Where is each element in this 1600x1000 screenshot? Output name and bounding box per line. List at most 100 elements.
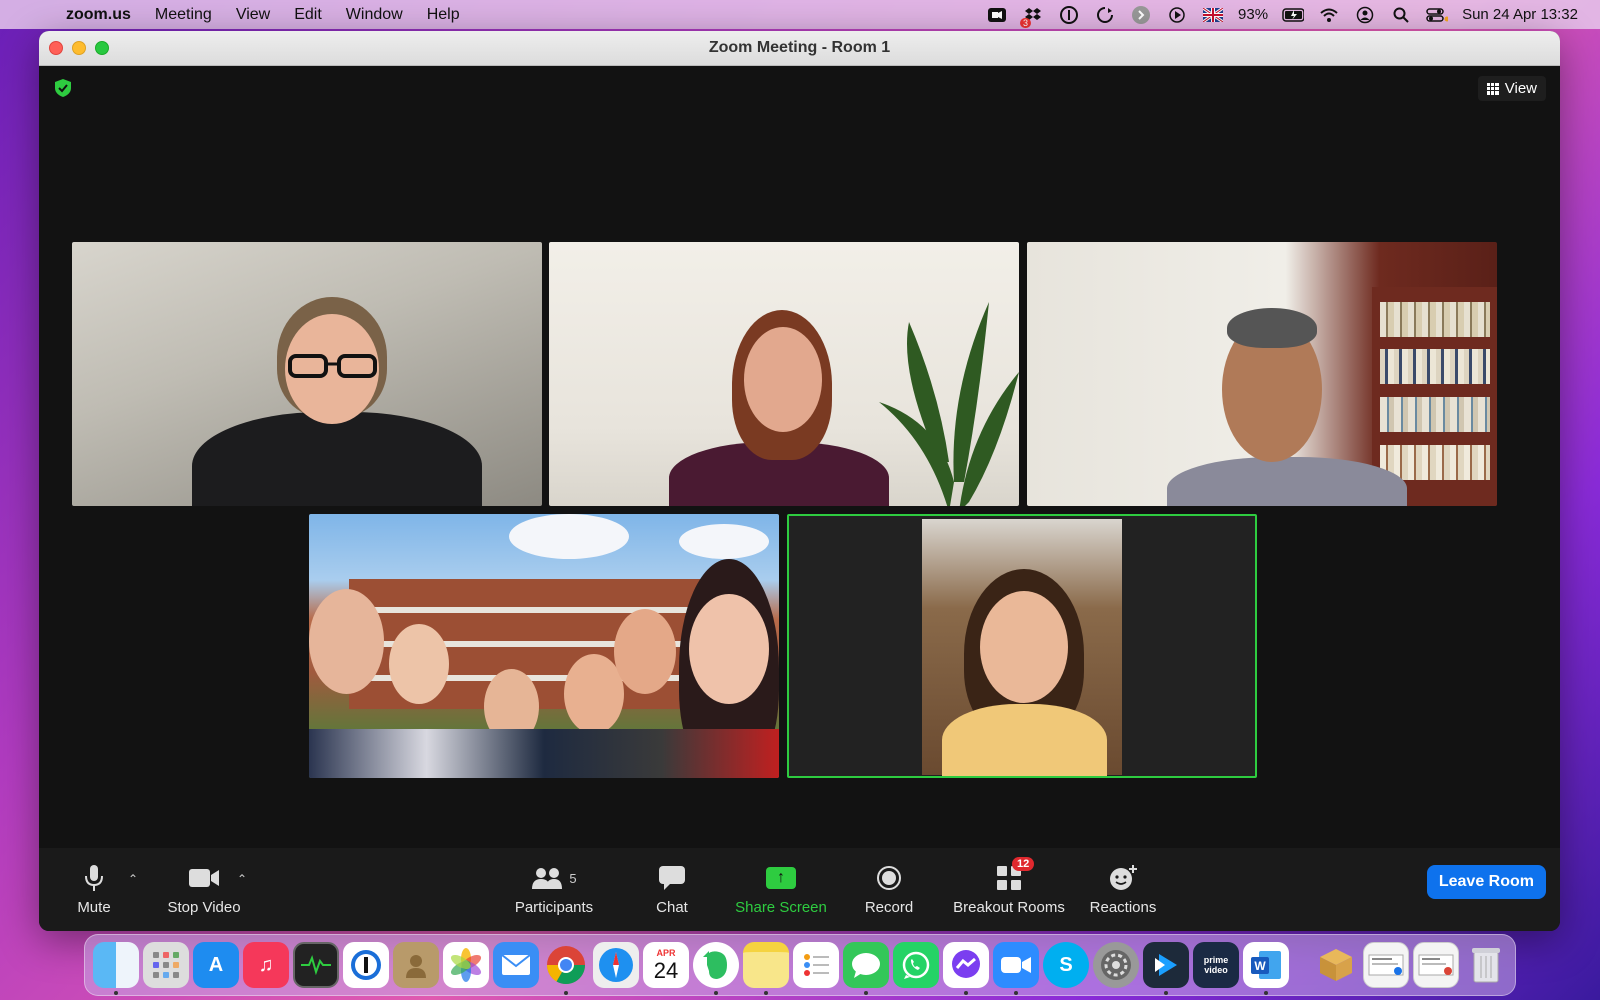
- uk-flag-icon[interactable]: [1202, 6, 1224, 24]
- participants-label: Participants: [514, 899, 594, 916]
- messenger-icon[interactable]: [943, 942, 989, 995]
- evernote-icon[interactable]: [693, 942, 739, 995]
- menu-window[interactable]: Window: [334, 6, 415, 24]
- media-player-icon[interactable]: [1143, 942, 1189, 995]
- zoom-status-icon[interactable]: [986, 6, 1008, 24]
- maximize-window-button[interactable]: [95, 41, 109, 55]
- title-bar: Zoom Meeting - Room 1: [39, 31, 1560, 66]
- word-icon[interactable]: W: [1243, 942, 1289, 995]
- video-tile-active-speaker[interactable]: [787, 514, 1257, 778]
- finder-icon[interactable]: [93, 942, 139, 995]
- refresh-circle-icon[interactable]: [1094, 6, 1116, 24]
- dropbox-icon[interactable]: 3: [1020, 6, 1044, 28]
- notes-icon[interactable]: [743, 942, 789, 995]
- participant-face: [744, 327, 822, 432]
- reminders-icon[interactable]: [793, 942, 839, 988]
- onepassword-icon[interactable]: [1058, 5, 1080, 24]
- audio-options-chevron-up-icon[interactable]: ⌃: [128, 872, 138, 886]
- participant-face: [309, 589, 384, 694]
- grid-view-icon: [1486, 82, 1499, 95]
- reactions-button[interactable]: Reactions: [1087, 848, 1159, 931]
- menu-help[interactable]: Help: [415, 6, 472, 24]
- svg-text:W: W: [1254, 959, 1266, 973]
- launchpad-icon[interactable]: [143, 942, 189, 988]
- menu-app-name[interactable]: zoom.us: [52, 6, 143, 24]
- contacts-icon[interactable]: [393, 942, 439, 988]
- video-tile-2[interactable]: [549, 242, 1019, 506]
- activity-monitor-icon[interactable]: [293, 942, 339, 988]
- photos-icon[interactable]: [443, 942, 489, 988]
- dropbox-badge: 3: [1020, 17, 1032, 28]
- share-screen-icon: ↑: [766, 863, 796, 893]
- breakout-rooms-label: Breakout Rooms: [953, 899, 1065, 916]
- prime-video-label: prime video: [1203, 955, 1229, 975]
- onepassword-app-icon[interactable]: [343, 942, 389, 988]
- calendar-month: APR: [656, 947, 676, 958]
- document-stack-icon[interactable]: [1363, 942, 1409, 988]
- participants-button[interactable]: 5 Participants: [514, 848, 594, 931]
- view-button[interactable]: View: [1477, 76, 1546, 101]
- breakout-rooms-icon: 12: [996, 857, 1035, 893]
- chat-button[interactable]: Chat: [647, 848, 697, 931]
- breakout-rooms-button[interactable]: 12 Breakout Rooms: [951, 848, 1067, 931]
- mute-label: Mute: [77, 899, 111, 916]
- menu-edit[interactable]: Edit: [282, 6, 334, 24]
- system-preferences-icon[interactable]: [1093, 942, 1139, 988]
- stop-video-button[interactable]: Stop Video: [164, 848, 244, 931]
- cloud: [509, 514, 629, 559]
- glasses-icon: [288, 354, 377, 378]
- trash-icon[interactable]: [1463, 942, 1509, 988]
- participants-count: 5: [569, 870, 577, 886]
- share-screen-label: Share Screen: [735, 899, 827, 916]
- record-label: Record: [864, 899, 914, 916]
- messages-icon[interactable]: [843, 942, 889, 995]
- music-icon[interactable]: ♫: [243, 942, 289, 988]
- video-options-chevron-up-icon[interactable]: ⌃: [237, 872, 247, 886]
- menu-meeting[interactable]: Meeting: [143, 6, 224, 24]
- video-tile-3[interactable]: [1027, 242, 1497, 506]
- encryption-shield-icon[interactable]: [53, 78, 73, 98]
- downloads-stack-icon[interactable]: [1413, 942, 1459, 988]
- microphone-icon: [84, 863, 104, 893]
- mute-button[interactable]: Mute: [74, 848, 114, 931]
- clock[interactable]: Sun 24 Apr 13:32: [1462, 6, 1578, 23]
- participant-body: [192, 412, 482, 506]
- prime-video-icon[interactable]: prime video: [1193, 942, 1239, 988]
- video-camera-icon: [188, 863, 220, 893]
- skype-icon[interactable]: S: [1043, 942, 1089, 988]
- share-screen-button[interactable]: ↑ Share Screen: [731, 848, 831, 931]
- battery-icon[interactable]: [1282, 6, 1305, 24]
- zoom-app-icon[interactable]: [993, 942, 1039, 995]
- menu-view[interactable]: View: [224, 6, 282, 24]
- safari-icon[interactable]: [593, 942, 639, 988]
- cloud: [679, 524, 769, 559]
- close-window-button[interactable]: [49, 41, 63, 55]
- leave-room-button[interactable]: Leave Room: [1426, 865, 1546, 899]
- package-icon[interactable]: [1313, 942, 1359, 988]
- battery-percent: 93%: [1238, 6, 1269, 23]
- minimize-window-button[interactable]: [72, 41, 86, 55]
- menu-bar: zoom.us Meeting View Edit Window Help 3 …: [0, 0, 1600, 29]
- control-center-icon[interactable]: [1426, 6, 1449, 24]
- participant-hair: [1227, 308, 1317, 348]
- video-tile-4[interactable]: [309, 514, 779, 778]
- app-store-icon[interactable]: A: [193, 942, 239, 988]
- mail-icon[interactable]: [493, 942, 539, 988]
- meeting-area: View: [39, 66, 1560, 866]
- calendar-icon[interactable]: APR 24: [643, 942, 689, 988]
- participant-body: [942, 704, 1107, 776]
- breakout-rooms-badge: 12: [1012, 857, 1035, 871]
- stop-video-label: Stop Video: [167, 899, 241, 916]
- search-icon[interactable]: [1390, 6, 1412, 24]
- record-icon: [876, 863, 902, 893]
- status-area: 3 93% Sun 24 Apr 13:32: [986, 5, 1600, 28]
- whatsapp-icon[interactable]: [893, 942, 939, 988]
- play-circle-icon[interactable]: [1166, 6, 1188, 24]
- forward-circle-icon[interactable]: [1130, 5, 1152, 24]
- record-button[interactable]: Record: [859, 848, 919, 931]
- chrome-icon[interactable]: [543, 942, 589, 995]
- user-account-icon[interactable]: [1354, 6, 1376, 24]
- wifi-icon[interactable]: [1318, 6, 1340, 24]
- video-tile-1[interactable]: [72, 242, 542, 506]
- participant-face: [389, 624, 449, 704]
